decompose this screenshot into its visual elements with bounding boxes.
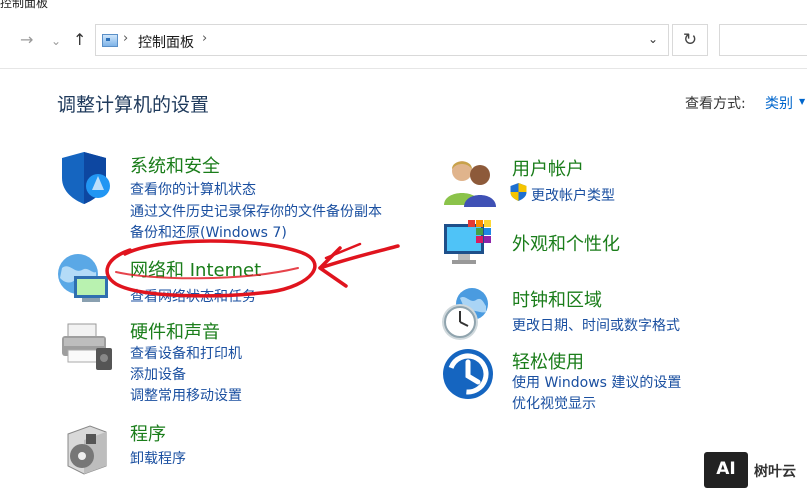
breadcrumb-separator-end[interactable]: › [202,31,207,46]
uninstall-program-link[interactable]: 卸载程序 [130,448,186,468]
window-title: 控制面板 [0,0,49,10]
backup-restore-link[interactable]: 备份和还原(Windows 7) [130,222,287,242]
chevron-down-icon[interactable]: ▼ [799,97,805,106]
appearance-heading[interactable]: 外观和个性化 [512,230,620,256]
view-computer-status-link[interactable]: 查看你的计算机状态 [130,179,256,199]
devices-printers-link[interactable]: 查看设备和打印机 [130,343,242,363]
users-icon[interactable] [442,155,498,211]
refresh-button[interactable]: ↻ [672,24,708,56]
watermark-text: 树叶云 [754,464,796,480]
ease-of-access-heading[interactable]: 轻松使用 [512,348,584,374]
forward-button[interactable]: → [20,30,33,50]
mobility-settings-link[interactable]: 调整常用移动设置 [130,385,242,405]
breadcrumb-separator[interactable]: › [123,31,128,46]
view-by-label: 查看方式: [685,96,746,112]
user-accounts-heading[interactable]: 用户帐户 [512,155,584,181]
network-globe-icon[interactable] [56,252,112,308]
clock-region-heading[interactable]: 时钟和区域 [512,286,602,312]
network-internet-heading[interactable]: 网络和 Internet [130,256,261,282]
printer-icon[interactable] [58,318,114,374]
divider [0,68,807,69]
watermark: AI 树叶云 [704,452,804,490]
recommended-settings-link[interactable]: 使用 Windows 建议的设置 [512,372,681,392]
file-history-backup-link[interactable]: 通过文件历史记录保存你的文件备份副本 [130,201,382,221]
uac-shield-icon [510,183,527,201]
page-title: 调整计算机的设置 [57,94,210,116]
view-by-dropdown[interactable]: 类别 [765,93,793,113]
ease-of-access-icon[interactable] [442,348,498,404]
address-bar[interactable]: › 控制面板 › ⌄ [95,24,669,56]
watermark-logo: AI [704,452,748,488]
system-security-heading[interactable]: 系统和安全 [130,152,220,178]
address-dropdown-button[interactable]: ⌄ [648,32,658,46]
programs-heading[interactable]: 程序 [130,420,166,446]
change-account-type-link[interactable]: 更改帐户类型 [531,185,615,205]
hardware-sound-heading[interactable]: 硬件和声音 [130,318,220,344]
monitor-palette-icon[interactable] [442,218,498,274]
change-date-time-link[interactable]: 更改日期、时间或数字格式 [512,315,680,335]
up-button[interactable]: ↑ [73,30,86,50]
navigation-bar: → ⌄ ↑ › 控制面板 › ⌄ ↻ [0,22,807,62]
shield-icon[interactable] [58,150,114,206]
programs-box-icon[interactable] [62,420,118,476]
search-input[interactable] [719,24,807,56]
clock-globe-icon[interactable] [440,286,496,342]
view-network-status-link[interactable]: 查看网络状态和任务 [130,286,256,306]
red-annotation-circle [105,239,400,298]
add-device-link[interactable]: 添加设备 [130,364,186,384]
optimize-visual-display-link[interactable]: 优化视觉显示 [512,393,596,413]
breadcrumb-control-panel[interactable]: 控制面板 [138,32,194,52]
title-bar: 控制面板 [0,0,807,12]
recent-locations-dropdown[interactable]: ⌄ [51,31,61,51]
control-panel-icon [102,34,118,47]
